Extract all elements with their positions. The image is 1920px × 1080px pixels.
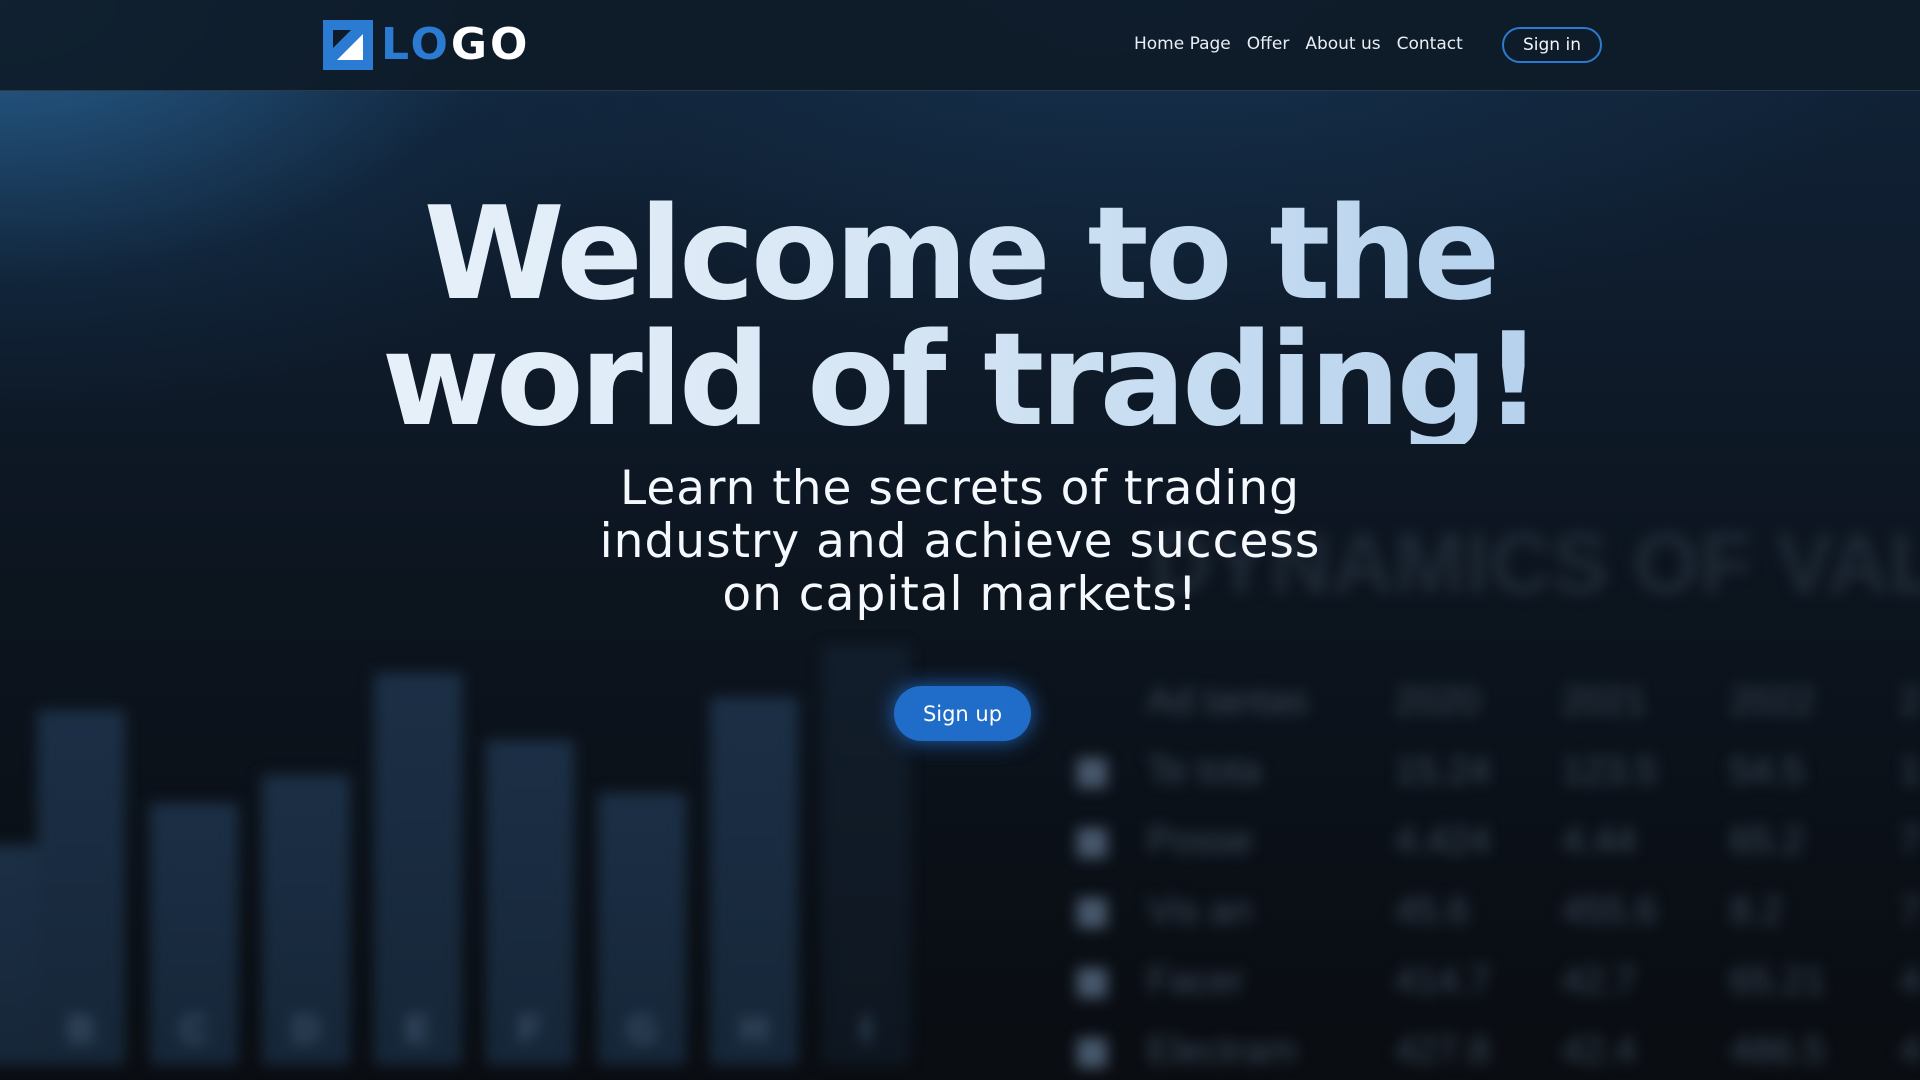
chart-bar-label: G bbox=[627, 1009, 657, 1051]
hero-subtitle-line2: industry and achieve success bbox=[599, 514, 1321, 569]
table-row: Vis an 45.6 455.6 8.2 7 bbox=[1070, 890, 1920, 960]
table-row: Posse 4.424 4.44 65.2 7 bbox=[1070, 820, 1920, 890]
table-cell: 1 bbox=[1900, 750, 1920, 792]
background-bar-chart: B C D E F G H I bbox=[0, 640, 920, 1080]
table-cell: 8.2 bbox=[1730, 890, 1783, 932]
table-header-cell: 2021 bbox=[1562, 680, 1647, 722]
table-cell: 65.2 bbox=[1730, 820, 1804, 862]
table-cell: 7 bbox=[1900, 820, 1920, 862]
main-nav: Home Page Offer About us Contact bbox=[1134, 32, 1479, 56]
table-row: Electram 427.8 42.4 486.5 4 bbox=[1070, 1030, 1920, 1080]
legend-swatch bbox=[1077, 968, 1107, 998]
hero-title: Welcome to the world of trading! bbox=[0, 192, 1920, 444]
legend-swatch bbox=[1077, 898, 1107, 928]
chart-bar-label: H bbox=[740, 1009, 768, 1051]
table-cell: 15.24 bbox=[1395, 750, 1491, 792]
legend-swatch bbox=[1077, 828, 1107, 858]
chart-bar-label: C bbox=[180, 1009, 208, 1051]
nav-home-page[interactable]: Home Page bbox=[1134, 32, 1231, 56]
legend-swatch bbox=[1077, 1038, 1107, 1068]
table-cell: 45.6 bbox=[1395, 890, 1469, 932]
chart-bar-label: I bbox=[860, 1009, 872, 1051]
table-cell: 414.7 bbox=[1395, 960, 1491, 1002]
table-cell: 54.5 bbox=[1730, 750, 1804, 792]
table-cell: Vis an bbox=[1147, 890, 1252, 932]
table-cell: 7 bbox=[1900, 890, 1920, 932]
table-cell: 123.5 bbox=[1562, 750, 1658, 792]
hero-title-line2: world of trading! bbox=[381, 306, 1539, 455]
logo-mark-icon bbox=[323, 20, 373, 70]
table-cell: 427.8 bbox=[1395, 1030, 1491, 1072]
table-cell: Facer bbox=[1147, 960, 1245, 1002]
table-cell: 4.44 bbox=[1562, 820, 1636, 862]
chart-bar-label: E bbox=[405, 1009, 431, 1051]
table-header-row: Ad tantas 2020 2021 2022 2 bbox=[1070, 680, 1920, 750]
table-cell: 42.7 bbox=[1562, 960, 1636, 1002]
table-cell: 4 bbox=[1900, 960, 1920, 1002]
table-cell: Posse bbox=[1147, 820, 1253, 862]
sign-up-button[interactable]: Sign up bbox=[894, 686, 1031, 741]
nav-offer[interactable]: Offer bbox=[1247, 32, 1290, 56]
logo-text-part2: GO bbox=[450, 19, 531, 70]
hero-subtitle-line3: on capital markets! bbox=[722, 567, 1198, 622]
table-cell: 4.424 bbox=[1395, 820, 1491, 862]
sign-in-button[interactable]: Sign in bbox=[1502, 27, 1602, 63]
logo-wordmark: LOGO bbox=[381, 20, 530, 70]
table-cell: 455.6 bbox=[1562, 890, 1658, 932]
nav-about-us[interactable]: About us bbox=[1305, 32, 1380, 56]
chart-bar bbox=[0, 845, 38, 1065]
table-cell: 42.4 bbox=[1562, 1030, 1636, 1072]
table-cell: 486.5 bbox=[1730, 1030, 1826, 1072]
table-cell: Te tota bbox=[1147, 750, 1262, 792]
table-header-cell: 2020 bbox=[1395, 680, 1480, 722]
site-header: LOGO Home Page Offer About us Contact Si… bbox=[0, 0, 1920, 91]
table-cell: 4 bbox=[1900, 1030, 1920, 1072]
logo[interactable]: LOGO bbox=[323, 20, 530, 70]
table-header-cell: 2 bbox=[1900, 680, 1920, 722]
chart-bar-label: B bbox=[67, 1009, 95, 1051]
chart-bar-label: F bbox=[518, 1009, 542, 1051]
chart-bar bbox=[374, 673, 462, 1065]
legend-swatch bbox=[1077, 758, 1107, 788]
logo-text-part1: LO bbox=[381, 19, 451, 70]
table-cell: 65.21 bbox=[1730, 960, 1826, 1002]
table-header-cell: Ad tantas bbox=[1147, 680, 1308, 722]
table-row: Facer 414.7 42.7 65.21 4 bbox=[1070, 960, 1920, 1030]
background-table: Ad tantas 2020 2021 2022 2 Te tota 15.24… bbox=[1070, 680, 1920, 1080]
hero-subtitle: Learn the secrets of trading industry an… bbox=[0, 462, 1920, 621]
nav-contact[interactable]: Contact bbox=[1397, 32, 1463, 56]
chart-bar-label: D bbox=[292, 1009, 320, 1051]
hero-subtitle-line1: Learn the secrets of trading bbox=[620, 461, 1300, 516]
table-header-cell: 2022 bbox=[1730, 680, 1815, 722]
table-cell: Electram bbox=[1147, 1030, 1297, 1072]
table-row: Te tota 15.24 123.5 54.5 1 bbox=[1070, 750, 1920, 820]
